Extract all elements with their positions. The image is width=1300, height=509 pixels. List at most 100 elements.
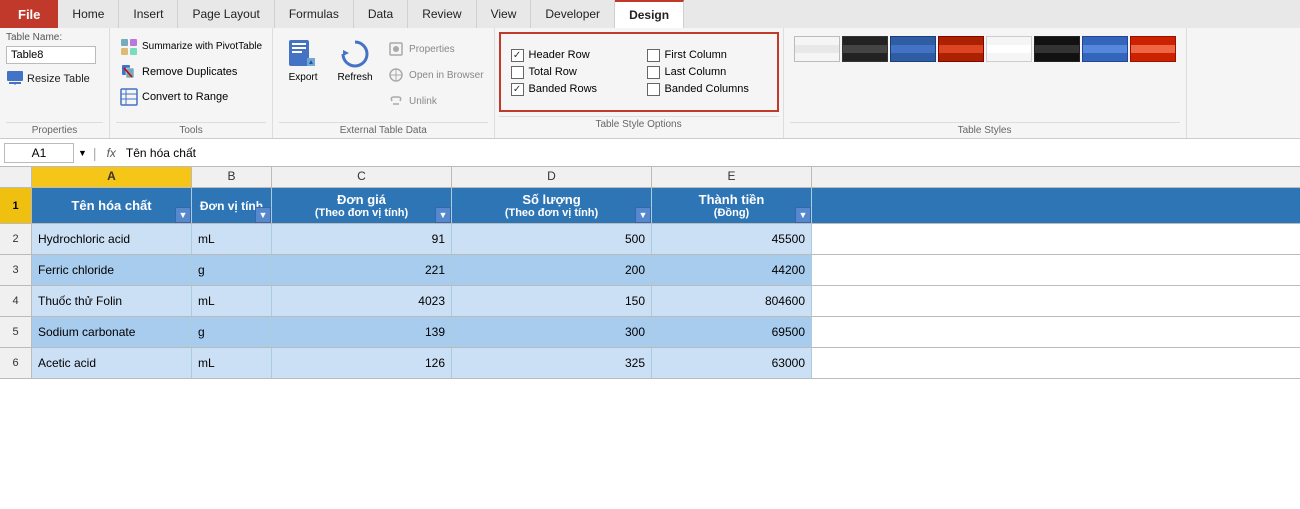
col-header-e[interactable]: E (652, 167, 812, 187)
cell-3-a[interactable]: Ferric chloride (32, 255, 192, 285)
dropdown-c[interactable]: ▼ (435, 207, 451, 223)
first-column-option[interactable]: First Column (647, 49, 767, 62)
col-header-d[interactable]: D (452, 167, 652, 187)
swatch-blue-1[interactable] (890, 36, 936, 62)
dropdown-e[interactable]: ▼ (795, 207, 811, 223)
convert-to-range-btn[interactable]: Convert to Range (116, 86, 232, 108)
header-cell-c[interactable]: Đơn giá (Theo đơn vị tính) ▼ (272, 188, 452, 223)
cell-6-a[interactable]: Acetic acid (32, 348, 192, 378)
banded-rows-option[interactable]: Banded Rows (511, 83, 631, 96)
refresh-icon (337, 36, 373, 72)
formula-input[interactable] (124, 144, 1296, 162)
tab-developer[interactable]: Developer (531, 0, 615, 28)
tab-design[interactable]: Design (615, 0, 684, 28)
banded-columns-checkbox[interactable] (647, 83, 660, 96)
remove-duplicates-btn[interactable]: Remove Duplicates (116, 61, 241, 83)
table-row: 3 Ferric chloride g 221 200 44200 (0, 255, 1300, 286)
header-row-checkbox[interactable] (511, 49, 524, 62)
cell-6-b[interactable]: mL (192, 348, 272, 378)
cell-2-d[interactable]: 500 (452, 224, 652, 254)
dropdown-icon[interactable]: ▼ (78, 148, 87, 158)
col-header-a[interactable]: A (32, 167, 192, 187)
header-row-option[interactable]: Header Row (511, 49, 631, 62)
unlink-btn[interactable]: Unlink (383, 90, 487, 112)
cell-6-d[interactable]: 325 (452, 348, 652, 378)
header-cell-e[interactable]: Thành tiền (Đồng) ▼ (652, 188, 812, 223)
swatch-dark-2[interactable] (1034, 36, 1080, 62)
swatch-red-1[interactable] (938, 36, 984, 62)
summarize-pivot-btn[interactable]: Summarize with PivotTable (116, 36, 266, 58)
formula-bar: ▼ | fx (0, 139, 1300, 167)
swatch-blue-2[interactable] (1082, 36, 1128, 62)
cell-4-d[interactable]: 150 (452, 286, 652, 316)
table-name-label: Table Name: (6, 32, 62, 43)
tab-insert[interactable]: Insert (119, 0, 178, 28)
tab-formulas[interactable]: Formulas (275, 0, 354, 28)
header-cell-a[interactable]: Tên hóa chất ▼ (32, 188, 192, 223)
cell-reference[interactable] (4, 143, 74, 163)
cell-3-c[interactable]: 221 (272, 255, 452, 285)
open-browser-btn[interactable]: Open in Browser (383, 64, 487, 86)
tab-page-layout[interactable]: Page Layout (178, 0, 274, 28)
cell-4-b[interactable]: mL (192, 286, 272, 316)
tab-review[interactable]: Review (408, 0, 476, 28)
cell-6-c[interactable]: 126 (272, 348, 452, 378)
cell-3-b[interactable]: g (192, 255, 272, 285)
refresh-btn[interactable]: Refresh (331, 32, 379, 87)
cell-5-d[interactable]: 300 (452, 317, 652, 347)
cell-3-d[interactable]: 200 (452, 255, 652, 285)
cell-5-b[interactable]: g (192, 317, 272, 347)
col-header-b[interactable]: B (192, 167, 272, 187)
dropdown-a[interactable]: ▼ (175, 207, 191, 223)
col-header-c[interactable]: C (272, 167, 452, 187)
ribbon-group-tools: Summarize with PivotTable Remove Duplica… (110, 28, 273, 138)
header-cell-d[interactable]: Số lượng (Theo đơn vị tính) ▼ (452, 188, 652, 223)
cell-5-c[interactable]: 139 (272, 317, 452, 347)
style-options-row3: Banded Rows Banded Columns (511, 83, 767, 96)
cell-4-c[interactable]: 4023 (272, 286, 452, 316)
cell-5-a[interactable]: Sodium carbonate (32, 317, 192, 347)
resize-table-btn[interactable]: Resize Table (6, 70, 90, 88)
dropdown-b[interactable]: ▼ (255, 207, 271, 223)
cell-6-e[interactable]: 63000 (652, 348, 812, 378)
cell-2-b[interactable]: mL (192, 224, 272, 254)
tab-data[interactable]: Data (354, 0, 408, 28)
file-tab[interactable]: File (0, 0, 58, 28)
properties-icon (387, 40, 405, 58)
properties-btn[interactable]: Properties (383, 38, 487, 60)
cell-2-a[interactable]: Hydrochloric acid (32, 224, 192, 254)
style-options-row2: Total Row Last Column (511, 66, 767, 79)
last-column-checkbox[interactable] (647, 66, 660, 79)
duplicates-icon (120, 63, 138, 81)
swatch-dark-1[interactable] (842, 36, 888, 62)
row-num-1: 1 (0, 188, 32, 223)
swatch-accent-1[interactable] (1130, 36, 1176, 62)
cell-5-e[interactable]: 69500 (652, 317, 812, 347)
dropdown-d[interactable]: ▼ (635, 207, 651, 223)
table-styles-label: Table Styles (790, 122, 1180, 136)
last-column-option[interactable]: Last Column (647, 66, 767, 79)
first-column-checkbox[interactable] (647, 49, 660, 62)
export-btn[interactable]: Export (279, 32, 327, 87)
row-num-6: 6 (0, 348, 32, 378)
table-name-input[interactable] (6, 46, 96, 64)
cell-2-e[interactable]: 45500 (652, 224, 812, 254)
table-row: 5 Sodium carbonate g 139 300 69500 (0, 317, 1300, 348)
ext-sub-buttons: Properties Open in Browser (383, 32, 487, 112)
styles-swatches (790, 32, 1180, 122)
cell-3-e[interactable]: 44200 (652, 255, 812, 285)
cell-4-e[interactable]: 804600 (652, 286, 812, 316)
style-options-row1: Header Row First Column (511, 49, 767, 62)
total-row-option[interactable]: Total Row (511, 66, 631, 79)
header-cell-b[interactable]: Đơn vị tính ▼ (192, 188, 272, 223)
cell-4-a[interactable]: Thuốc thử Folin (32, 286, 192, 316)
banded-rows-checkbox[interactable] (511, 83, 524, 96)
total-row-checkbox[interactable] (511, 66, 524, 79)
cell-2-c[interactable]: 91 (272, 224, 452, 254)
banded-columns-option[interactable]: Banded Columns (647, 83, 767, 96)
swatch-light-1[interactable] (794, 36, 840, 62)
swatch-light-2[interactable] (986, 36, 1032, 62)
tab-home[interactable]: Home (58, 0, 119, 28)
tab-view[interactable]: View (477, 0, 532, 28)
col-headers-row: A B C D E (0, 167, 1300, 188)
